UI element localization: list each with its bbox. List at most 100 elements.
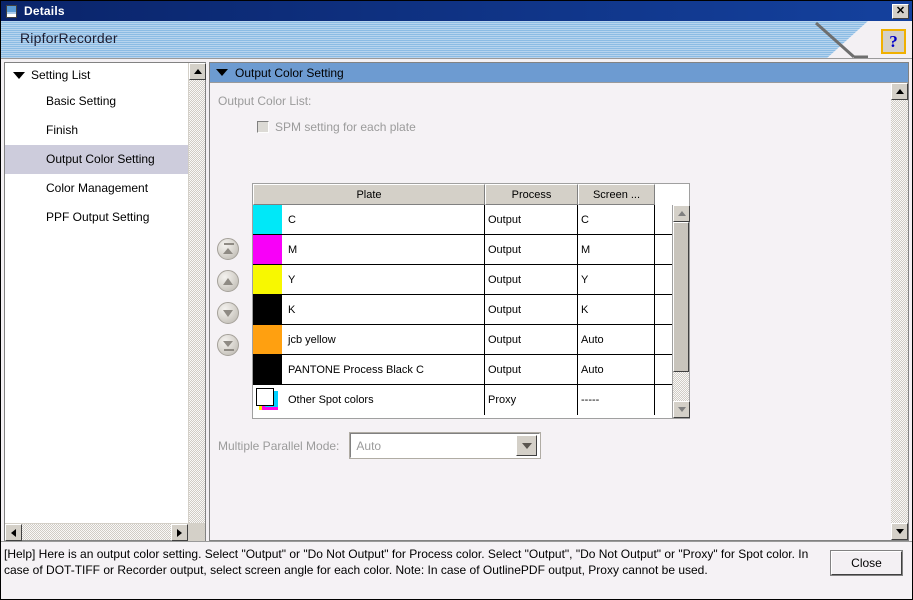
- help-icon[interactable]: ?: [881, 29, 906, 54]
- move-up-button[interactable]: [217, 270, 239, 292]
- plate-name: M: [288, 243, 298, 256]
- cell-screen[interactable]: Auto: [578, 325, 655, 354]
- scroll-down-icon[interactable]: [673, 401, 690, 418]
- table-row[interactable]: Y Output Y: [253, 265, 672, 295]
- table-row[interactable]: Other Spot colors Proxy -----: [253, 385, 672, 415]
- cell-screen[interactable]: Auto: [578, 355, 655, 384]
- app-banner: RipforRecorder ?: [1, 21, 912, 59]
- scrollbar-track[interactable]: [891, 100, 908, 523]
- cell-plate[interactable]: Other Spot colors: [253, 385, 485, 415]
- scroll-right-icon[interactable]: [171, 524, 188, 541]
- cell-plate[interactable]: jcb yellow: [253, 325, 485, 354]
- sidebar-item-ppf-output-setting[interactable]: PPF Output Setting: [5, 203, 188, 232]
- spm-checkbox-label: SPM setting for each plate: [275, 120, 416, 134]
- table-body-wrap: C Output C M Output M Y Output Y K Outpu…: [253, 205, 690, 418]
- chevron-down-icon: [216, 69, 228, 76]
- column-header-screen[interactable]: Screen ...: [578, 184, 655, 205]
- table-row[interactable]: C Output C: [253, 205, 672, 235]
- scroll-up-icon[interactable]: [891, 83, 908, 100]
- cell-process[interactable]: Output: [485, 325, 578, 354]
- setting-list-tree: Setting List Basic Setting Finish Output…: [5, 63, 188, 523]
- column-header-plate[interactable]: Plate: [253, 184, 485, 205]
- cell-plate[interactable]: M: [253, 235, 485, 264]
- cell-process[interactable]: Output: [485, 205, 578, 234]
- sidebar-item-basic-setting[interactable]: Basic Setting: [5, 87, 188, 116]
- scroll-left-icon[interactable]: [5, 524, 22, 541]
- cell-screen[interactable]: Y: [578, 265, 655, 294]
- chevron-down-icon[interactable]: [516, 435, 538, 456]
- order-buttons: [217, 238, 239, 356]
- table-row[interactable]: jcb yellow Output Auto: [253, 325, 672, 355]
- cell-rest: [655, 295, 672, 324]
- close-button[interactable]: Close: [830, 550, 903, 576]
- cell-process[interactable]: Output: [485, 235, 578, 264]
- close-icon[interactable]: ✕: [892, 3, 909, 19]
- section-content: Output Color List: SPM setting for each …: [210, 83, 891, 540]
- cell-plate[interactable]: C: [253, 205, 485, 234]
- table-row[interactable]: M Output M: [253, 235, 672, 265]
- table-row[interactable]: PANTONE Process Black C Output Auto: [253, 355, 672, 385]
- document-icon: [4, 4, 20, 19]
- plate-name: Y: [288, 273, 296, 286]
- color-swatch-icon: [253, 325, 282, 354]
- window-title: Details: [24, 4, 65, 18]
- scroll-down-icon[interactable]: [891, 523, 908, 540]
- spot-colors-stack-icon: [253, 385, 282, 415]
- sidebar-item-color-management[interactable]: Color Management: [5, 174, 188, 203]
- banner-stripes: [1, 21, 912, 58]
- section-title: Output Color Setting: [235, 65, 344, 80]
- move-to-top-button[interactable]: [217, 238, 239, 260]
- color-swatch-icon: [253, 205, 282, 234]
- cell-process[interactable]: Output: [485, 355, 578, 384]
- sidebar-horizontal-scrollbar[interactable]: [5, 523, 205, 541]
- multiple-parallel-mode-value: Auto: [356, 438, 382, 453]
- cell-screen[interactable]: -----: [578, 385, 655, 415]
- scrollbar-track-horizontal[interactable]: [22, 524, 171, 540]
- chevron-down-icon: [13, 71, 25, 79]
- scrollbar-track[interactable]: [189, 80, 205, 523]
- column-header-process[interactable]: Process: [485, 184, 578, 205]
- sidebar-item-finish[interactable]: Finish: [5, 116, 188, 145]
- spm-checkbox[interactable]: [257, 121, 269, 133]
- table-vertical-scrollbar[interactable]: [672, 205, 690, 418]
- scrollbar-track[interactable]: [673, 372, 689, 401]
- plate-name: C: [288, 213, 296, 226]
- cell-plate[interactable]: K: [253, 295, 485, 324]
- cell-process[interactable]: Output: [485, 295, 578, 324]
- banner-title: RipforRecorder: [20, 30, 118, 46]
- tree-root-label: Setting List: [31, 68, 91, 82]
- tree-root-setting-list[interactable]: Setting List: [5, 63, 188, 87]
- cell-rest: [655, 325, 672, 354]
- help-text: [Help] Here is an output color setting. …: [4, 547, 809, 577]
- scrollbar-corner: [188, 524, 205, 541]
- scroll-up-icon[interactable]: [189, 63, 206, 80]
- sidebar-vertical-scrollbar[interactable]: [188, 63, 206, 523]
- spm-checkbox-row[interactable]: SPM setting for each plate: [257, 120, 416, 134]
- output-color-list-label: Output Color List:: [218, 94, 312, 108]
- cell-screen[interactable]: K: [578, 295, 655, 324]
- plate-name: PANTONE Process Black C: [288, 363, 424, 376]
- multiple-parallel-mode-row: Multiple Parallel Mode: Auto: [218, 432, 542, 459]
- setting-list-panel: Setting List Basic Setting Finish Output…: [4, 62, 206, 541]
- table-header-row: Plate Process Screen ...: [253, 184, 689, 205]
- cell-rest: [655, 355, 672, 384]
- move-to-bottom-button[interactable]: [217, 334, 239, 356]
- section-header[interactable]: Output Color Setting: [210, 63, 908, 83]
- multiple-parallel-mode-select[interactable]: Auto: [349, 432, 542, 459]
- cell-rest: [655, 205, 672, 234]
- cell-process[interactable]: Output: [485, 265, 578, 294]
- scroll-up-icon[interactable]: [673, 205, 690, 222]
- table-row[interactable]: K Output K: [253, 295, 672, 325]
- cell-plate[interactable]: Y: [253, 265, 485, 294]
- plate-name: K: [288, 303, 296, 316]
- cell-process[interactable]: Proxy: [485, 385, 578, 415]
- cell-rest: [655, 385, 672, 415]
- cell-screen[interactable]: C: [578, 205, 655, 234]
- move-down-button[interactable]: [217, 302, 239, 324]
- cell-screen[interactable]: M: [578, 235, 655, 264]
- content-vertical-scrollbar[interactable]: [891, 83, 908, 540]
- scrollbar-thumb[interactable]: [673, 222, 689, 372]
- cell-plate[interactable]: PANTONE Process Black C: [253, 355, 485, 384]
- output-color-setting-panel: Output Color Setting Output Color List: …: [209, 62, 909, 541]
- sidebar-item-output-color-setting[interactable]: Output Color Setting: [5, 145, 188, 174]
